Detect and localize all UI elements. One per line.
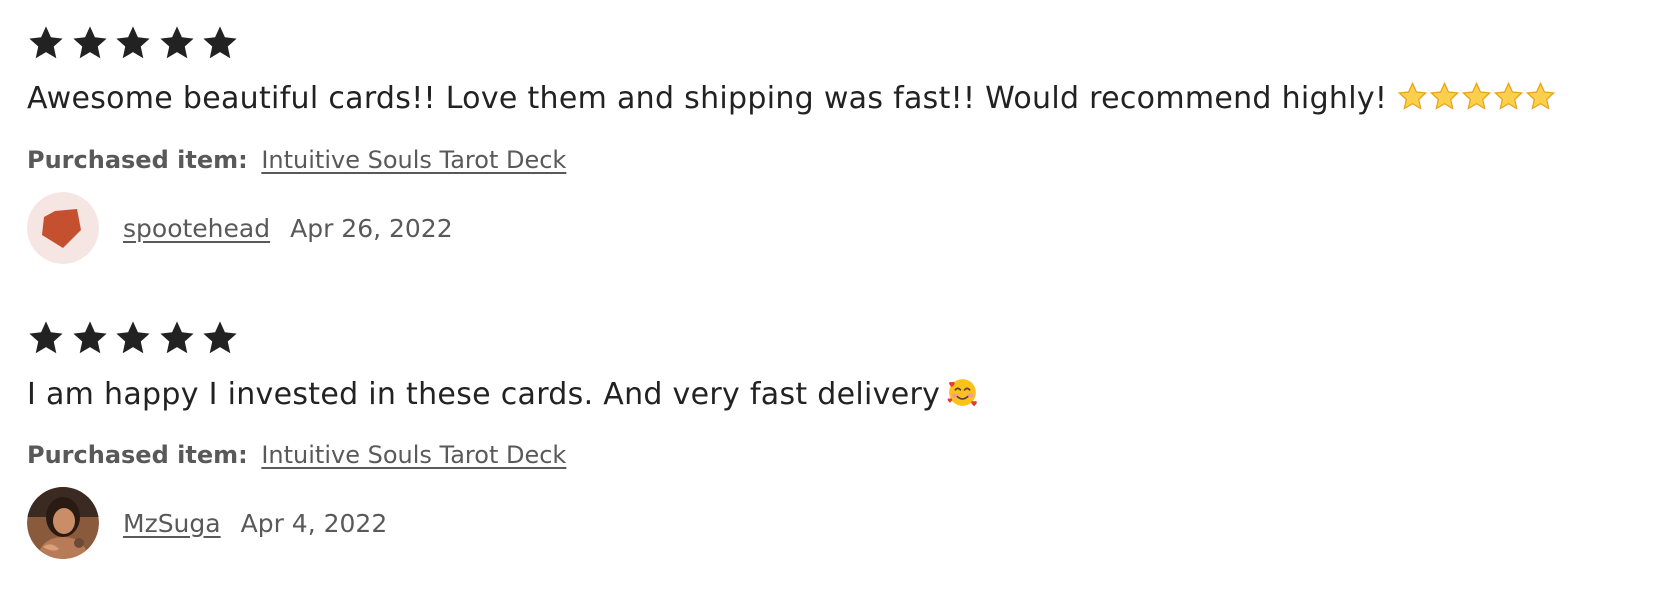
star-icon [71, 319, 109, 357]
review-author: spootehead Apr 26, 2022 [27, 192, 453, 264]
star-emoji-icon [1429, 81, 1460, 112]
purchased-item: Purchased item: Intuitive Souls Tarot De… [27, 145, 566, 175]
review-author: MzSuga Apr 4, 2022 [27, 487, 387, 559]
star-icon [27, 24, 65, 62]
review-body: Awesome beautiful cards!! Love them and … [27, 81, 1388, 116]
avatar[interactable] [27, 487, 99, 559]
star-emoji-icon [1493, 81, 1524, 112]
avatar[interactable] [27, 192, 99, 264]
review-body: I am happy I invested in these cards. An… [27, 377, 941, 412]
star-icon [201, 319, 239, 357]
purchased-label: Purchased item: [27, 146, 248, 174]
star-icon [27, 319, 65, 357]
star-icon [114, 24, 152, 62]
star-icon [114, 319, 152, 357]
star-emoji-group [1387, 81, 1557, 116]
purchased-item: Purchased item: Intuitive Souls Tarot De… [27, 440, 566, 470]
star-emoji-icon [1397, 81, 1428, 112]
star-icon [71, 24, 109, 62]
username-link[interactable]: MzSuga [123, 509, 221, 538]
star-icon [158, 319, 196, 357]
star-emoji-icon [1525, 81, 1556, 112]
review-card: I am happy I invested in these cards. An… [27, 319, 1627, 559]
review-text: I am happy I invested in these cards. An… [27, 376, 979, 413]
purchased-item-link[interactable]: Intuitive Souls Tarot Deck [261, 441, 566, 469]
review-card: Awesome beautiful cards!! Love them and … [27, 24, 1627, 264]
star-icon [201, 24, 239, 62]
purchased-item-link[interactable]: Intuitive Souls Tarot Deck [261, 146, 566, 174]
username-link[interactable]: spootehead [123, 214, 270, 243]
review-date: Apr 26, 2022 [290, 213, 453, 243]
smiling-face-with-hearts-icon [946, 376, 979, 409]
star-emoji-icon [1461, 81, 1492, 112]
review-text: Awesome beautiful cards!! Love them and … [27, 81, 1557, 117]
purchased-label: Purchased item: [27, 441, 248, 469]
review-date: Apr 4, 2022 [240, 508, 388, 538]
star-rating [27, 24, 1627, 62]
star-rating [27, 319, 1627, 357]
star-icon [158, 24, 196, 62]
